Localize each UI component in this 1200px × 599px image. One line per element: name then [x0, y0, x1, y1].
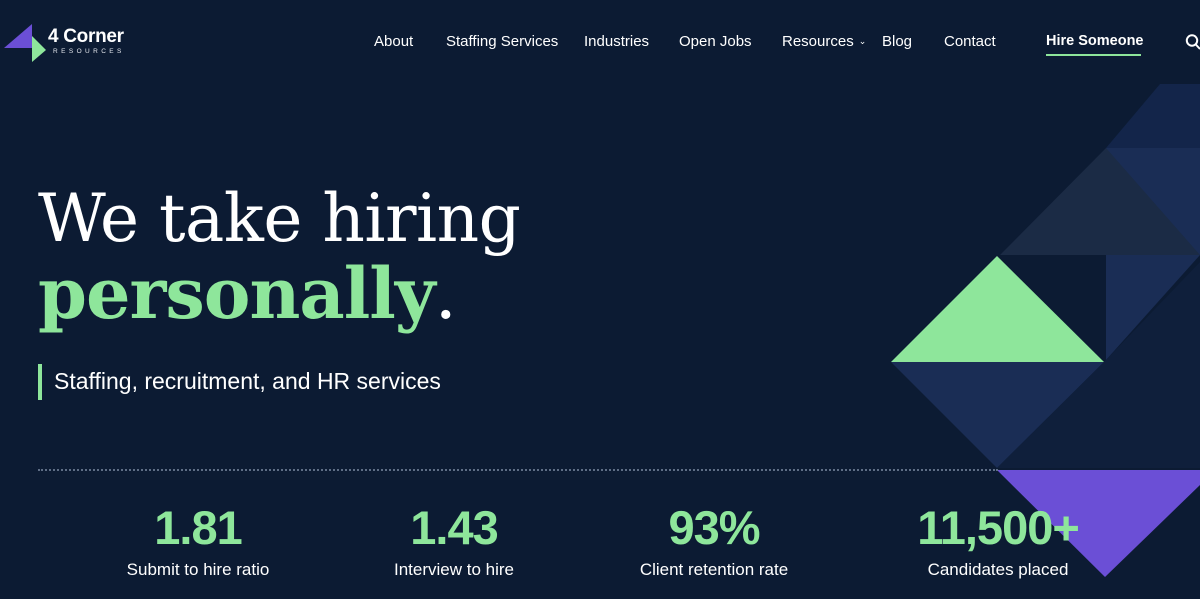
stat-submit-to-hire: 1.81 Submit to hire ratio [88, 502, 308, 580]
stat-value: 1.81 [154, 501, 242, 554]
stat-label: Interview to hire [394, 560, 514, 579]
nav-item-open-jobs[interactable]: Open Jobs [679, 33, 752, 50]
stat-label: Submit to hire ratio [126, 560, 270, 579]
hero-headline-line1: We take hiring [38, 180, 521, 257]
deco-triangle-lower-dark [997, 262, 1200, 468]
hero-headline-line2: personally. [38, 252, 457, 335]
stat-interview-to-hire: 1.43 Interview to hire [344, 502, 564, 580]
hire-someone-underline [1046, 54, 1141, 56]
stat-value: 93% [668, 501, 760, 554]
hero-headline-period: . [434, 253, 457, 335]
stat-value: 1.43 [410, 501, 498, 554]
deco-triangle-upper-right [1106, 148, 1200, 255]
hire-someone-button[interactable]: Hire Someone [1046, 33, 1144, 49]
search-icon [1185, 34, 1200, 50]
deco-triangle-lower-navy [891, 362, 1104, 468]
deco-triangle-slate [1000, 148, 1200, 255]
nav-item-contact[interactable]: Contact [944, 33, 996, 50]
deco-triangle-green [891, 256, 1104, 362]
chevron-down-icon: ⌄ [858, 36, 867, 46]
nav-item-industries[interactable]: Industries [584, 33, 649, 50]
brand-name: 4 Corner [48, 26, 124, 47]
nav-item-blog[interactable]: Blog [882, 33, 912, 50]
stat-candidates-placed: 11,500+ Candidates placed [888, 502, 1108, 580]
nav-item-about[interactable]: About [374, 33, 413, 50]
stat-label: Client retention rate [639, 560, 789, 579]
search-button[interactable] [1185, 33, 1200, 51]
dotted-divider [38, 469, 998, 471]
logo-mark-icon [4, 24, 46, 62]
deco-triangle-top-navy [1106, 84, 1200, 148]
nav-item-resources-label: Resources [782, 33, 854, 50]
stat-label: Candidates placed [927, 560, 1069, 579]
stat-value: 11,500+ [917, 501, 1080, 554]
brand-logo[interactable]: 4 Corner RESOURCES [4, 22, 134, 64]
hero-tagline: Staffing, recruitment, and HR services [54, 368, 441, 394]
brand-subtitle: RESOURCES [53, 48, 125, 55]
deco-triangle-mid-right [1106, 255, 1200, 360]
hero-headline-highlight: personally [38, 252, 436, 335]
tagline-accent-bar [38, 364, 42, 400]
stat-client-retention: 93% Client retention rate [604, 502, 824, 580]
nav-item-resources[interactable]: Resources ⌄ [782, 33, 866, 50]
nav-item-staffing-services[interactable]: Staffing Services [446, 33, 558, 50]
